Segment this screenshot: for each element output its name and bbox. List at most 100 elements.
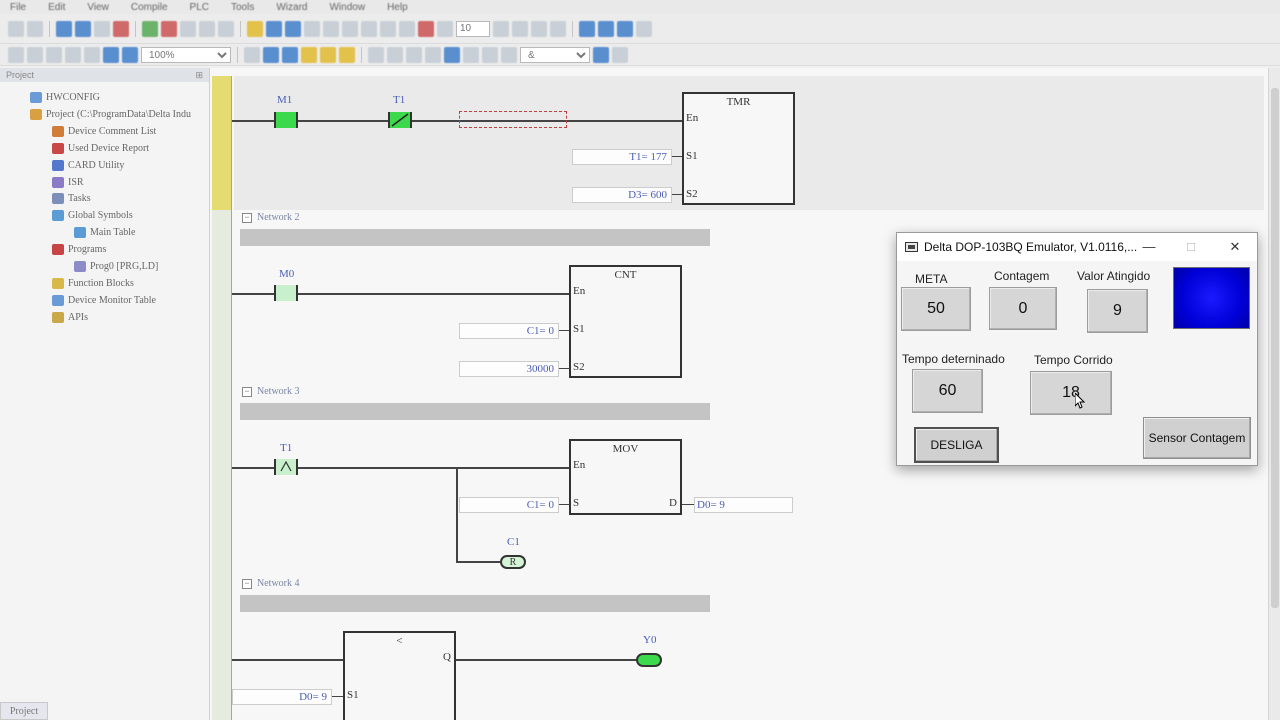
pin-icon[interactable]: ⊞ xyxy=(195,70,203,81)
vline-icon[interactable] xyxy=(482,46,498,63)
tree-item[interactable]: Function Blocks xyxy=(52,277,134,289)
menu-wizard[interactable]: Wizard xyxy=(276,2,307,13)
contact-no-icon[interactable] xyxy=(368,46,384,63)
symbol-icon[interactable] xyxy=(282,46,298,63)
new-file-icon[interactable] xyxy=(8,20,24,37)
contact-t1-pulse[interactable] xyxy=(274,459,298,475)
list-icon[interactable] xyxy=(263,46,279,63)
maximize-icon[interactable]: □ xyxy=(1179,237,1203,257)
cut-icon[interactable] xyxy=(8,46,24,63)
collapse-icon[interactable]: − xyxy=(242,578,252,589)
sensor-contagem-button[interactable]: Sensor Contagem xyxy=(1143,417,1251,459)
tree-item[interactable]: APIs xyxy=(52,311,88,323)
tempo-determinado-value[interactable]: 60 xyxy=(912,369,983,413)
tree-item[interactable]: Project (C:\ProgramData\Delta Indu xyxy=(30,108,191,120)
reset-coil-c1[interactable]: R xyxy=(500,555,526,569)
folder-open-icon[interactable] xyxy=(320,46,336,63)
save-icon[interactable] xyxy=(56,20,72,37)
emulator-titlebar[interactable]: Delta DOP-103BQ Emulator, V1.0116,... — … xyxy=(897,233,1257,261)
scrollbar-thumb[interactable] xyxy=(1271,88,1279,608)
network-3-header[interactable]: − Network 3 xyxy=(242,386,300,397)
mov-block[interactable]: MOV En S D xyxy=(569,439,682,515)
record-icon[interactable] xyxy=(418,20,434,37)
link-icon[interactable] xyxy=(342,20,358,37)
run-icon[interactable] xyxy=(142,20,158,37)
menu-plc[interactable]: PLC xyxy=(190,2,209,13)
tree-item[interactable]: Tasks xyxy=(52,193,91,205)
tree-item[interactable]: Global Symbols xyxy=(52,210,133,222)
desliga-button[interactable]: DESLIGA xyxy=(914,427,999,463)
operator-select[interactable]: & xyxy=(520,46,590,63)
menu-help[interactable]: Help xyxy=(387,2,408,13)
circle-icon[interactable] xyxy=(512,20,528,37)
compare-block[interactable]: < Q S1 xyxy=(343,631,456,720)
device-icon[interactable] xyxy=(304,20,320,37)
network-2-header[interactable]: − Network 2 xyxy=(242,212,300,223)
table-icon[interactable] xyxy=(636,20,652,37)
view-mode-icon[interactable] xyxy=(266,20,282,37)
compare-s1-value[interactable]: D0= 9 xyxy=(232,689,332,705)
menu-view[interactable]: View xyxy=(87,2,109,13)
contact-nc-icon[interactable] xyxy=(387,46,403,63)
selection-cursor-box[interactable] xyxy=(459,111,567,128)
vertical-scrollbar[interactable] xyxy=(1268,68,1280,720)
tmr-s2-value[interactable]: D3= 600 xyxy=(572,187,672,203)
refresh-icon[interactable] xyxy=(531,20,547,37)
contact-t1-nc[interactable] xyxy=(388,112,412,128)
contact-m0[interactable] xyxy=(274,285,298,301)
zoom-select[interactable]: 100% xyxy=(141,46,231,63)
network-2-comment[interactable] xyxy=(240,229,710,246)
settings-icon[interactable] xyxy=(199,20,215,37)
meta-value[interactable]: 50 xyxy=(901,287,971,331)
lamp-icon[interactable] xyxy=(323,20,339,37)
grid-icon[interactable] xyxy=(285,20,301,37)
output-coil-y0[interactable] xyxy=(636,653,662,667)
step-icon[interactable] xyxy=(437,20,453,37)
module-icon[interactable] xyxy=(598,20,614,37)
open-file-icon[interactable] xyxy=(27,20,43,37)
mov-s-value[interactable]: C1= 0 xyxy=(459,497,559,513)
network-icon[interactable] xyxy=(617,20,633,37)
zoom-in-icon[interactable] xyxy=(103,46,119,63)
menu-window[interactable]: Window xyxy=(329,2,365,13)
collapse-icon[interactable]: − xyxy=(242,386,252,397)
delete-icon[interactable] xyxy=(65,46,81,63)
ladder-icon[interactable] xyxy=(244,46,260,63)
spin-icon[interactable] xyxy=(493,20,509,37)
tree-item[interactable]: Device Monitor Table xyxy=(52,294,156,306)
online-icon[interactable] xyxy=(180,20,196,37)
network-3-comment[interactable] xyxy=(240,403,710,420)
edit-mode-icon[interactable] xyxy=(247,20,263,37)
close-icon[interactable]: ✕ xyxy=(1223,237,1247,257)
menu-file[interactable]: File xyxy=(10,2,26,13)
hline-icon[interactable] xyxy=(463,46,479,63)
menu-edit[interactable]: Edit xyxy=(48,2,65,13)
coil-icon[interactable] xyxy=(501,46,517,63)
tmr-block[interactable]: TMR En S1 S2 xyxy=(682,92,795,205)
monitor-icon[interactable] xyxy=(218,20,234,37)
contact-m1[interactable] xyxy=(274,112,298,128)
scan-input[interactable] xyxy=(456,20,490,37)
folder-save-icon[interactable] xyxy=(339,46,355,63)
tree-item[interactable]: CARD Utility xyxy=(52,159,124,171)
network-4-comment[interactable] xyxy=(240,595,710,612)
project-tab[interactable]: Project xyxy=(0,702,48,720)
tree-item[interactable]: Used Device Report xyxy=(52,142,149,154)
compile-icon[interactable] xyxy=(113,20,129,37)
find-icon[interactable] xyxy=(84,46,100,63)
tree-item[interactable]: ISR xyxy=(52,176,84,188)
menu-tools[interactable]: Tools xyxy=(231,2,254,13)
cnt-s2-value[interactable]: 30000 xyxy=(459,361,559,377)
tree-item[interactable]: Main Table xyxy=(74,227,136,239)
branch-icon[interactable] xyxy=(593,46,609,63)
network-4-header[interactable]: − Network 4 xyxy=(242,578,300,589)
tree-item[interactable]: HWCONFIG xyxy=(30,92,100,103)
cnt-s1-value[interactable]: C1= 0 xyxy=(459,323,559,339)
menu-compile[interactable]: Compile xyxy=(131,2,168,13)
tree-item[interactable]: Programs xyxy=(52,244,106,256)
tree-item[interactable]: Prog0 [PRG,LD] xyxy=(74,261,158,272)
io-icon[interactable] xyxy=(579,20,595,37)
contact-n-icon[interactable] xyxy=(425,46,441,63)
tree-item[interactable]: Device Comment List xyxy=(52,125,156,137)
minimize-icon[interactable]: — xyxy=(1137,237,1161,257)
